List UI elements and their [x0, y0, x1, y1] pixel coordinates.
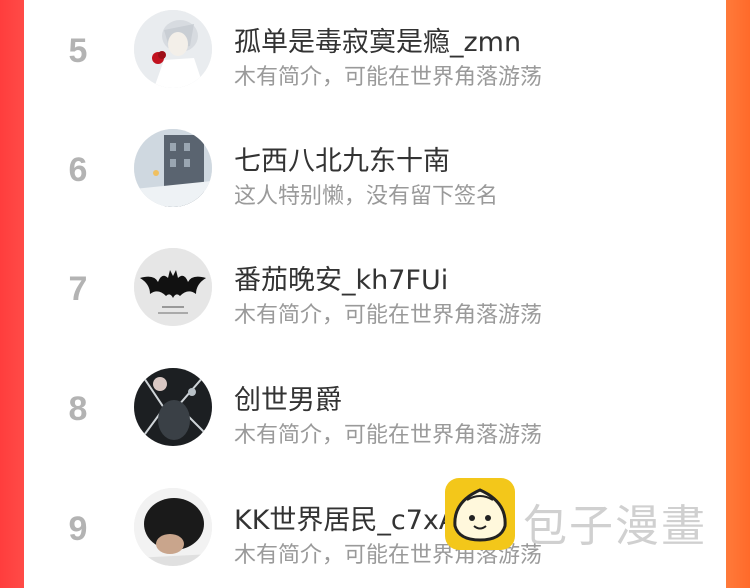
person-photo-avatar[interactable]	[134, 488, 212, 566]
watermark: 包子漫畫	[445, 478, 735, 558]
user-bio: 木有简介，可能在世界角落游荡	[234, 303, 543, 328]
user-bio: 木有简介，可能在世界角落游荡	[234, 423, 543, 448]
list-item[interactable]: 7 番茄晚安_kh7FUi 木有简介，可能在世界角落游荡	[24, 248, 726, 348]
list-item[interactable]: 5 孤单是毒寂寞是瘾_zmn 木有简介，可能在世界角落游荡	[24, 10, 726, 110]
user-name[interactable]: 七西八北九东十南	[234, 139, 450, 178]
user-bio: 木有简介，可能在世界角落游荡	[234, 65, 543, 90]
rank-number: 8	[68, 390, 88, 428]
user-name[interactable]: 孤单是毒寂寞是瘾_zmn	[234, 20, 521, 59]
anime-boy-rose-avatar[interactable]	[134, 10, 212, 88]
rank-number: 6	[68, 151, 88, 189]
watermark-text: 包子漫畫	[523, 501, 707, 552]
user-name[interactable]: 创世男爵	[234, 378, 342, 417]
winter-street-avatar[interactable]	[134, 129, 212, 207]
batman-logo-avatar[interactable]	[134, 248, 212, 326]
user-name[interactable]: 番茄晚安_kh7FUi	[234, 258, 448, 297]
rank-number: 9	[68, 510, 88, 548]
baozi-logo-icon	[445, 478, 515, 550]
dark-fantasy-avatar[interactable]	[134, 368, 212, 446]
rank-number: 5	[68, 32, 88, 70]
rank-number: 7	[68, 270, 88, 308]
list-item[interactable]: 6 七西八北九东十南 这人特别懒，没有留下签名	[24, 129, 726, 229]
list-item[interactable]: 8 创世男爵 木有简介，可能在世界角落游荡	[24, 368, 726, 468]
user-bio: 这人特别懒，没有留下签名	[234, 184, 499, 209]
